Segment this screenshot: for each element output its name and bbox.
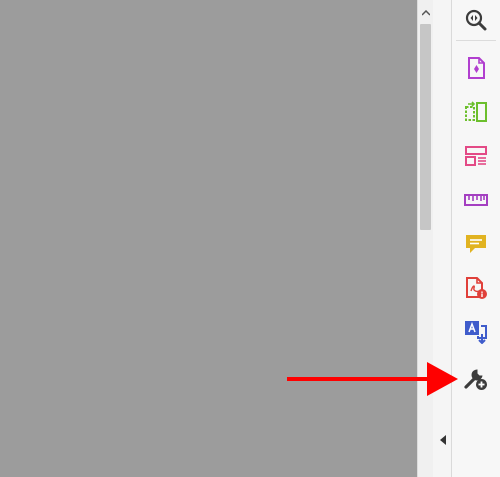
create-pdf-icon: [468, 57, 485, 79]
vertical-scrollbar[interactable]: [417, 0, 433, 477]
comment-icon: [466, 235, 486, 253]
edit-pdf-icon: [465, 146, 487, 166]
divider: [456, 40, 496, 41]
organize-pages-tool[interactable]: [464, 100, 488, 124]
search-zoom-tool[interactable]: [464, 8, 488, 32]
export-pdf-tool[interactable]: [464, 276, 488, 300]
pane-collapse-strip: [433, 0, 452, 477]
scroll-thumb[interactable]: [420, 24, 431, 230]
search-zoom-icon: [465, 9, 487, 31]
create-pdf-tool[interactable]: [464, 56, 488, 80]
scroll-up-button[interactable]: [418, 6, 434, 20]
more-tools-button[interactable]: [464, 367, 488, 391]
organize-pages-icon: [465, 101, 487, 122]
translate-tool[interactable]: [464, 320, 488, 344]
measure-ruler-icon: [464, 194, 488, 206]
collapse-pane-button[interactable]: [436, 432, 450, 448]
triangle-left-icon: [440, 435, 446, 445]
tools-pane: [452, 0, 500, 477]
chevron-up-icon: [422, 10, 430, 16]
more-tools-icon: [464, 369, 487, 390]
translate-icon: [465, 321, 487, 344]
document-canvas[interactable]: [0, 0, 417, 477]
export-pdf-icon: [466, 277, 487, 299]
comment-tool[interactable]: [464, 232, 488, 256]
edit-pdf-tool[interactable]: [464, 144, 488, 168]
measure-tool[interactable]: [464, 188, 488, 212]
